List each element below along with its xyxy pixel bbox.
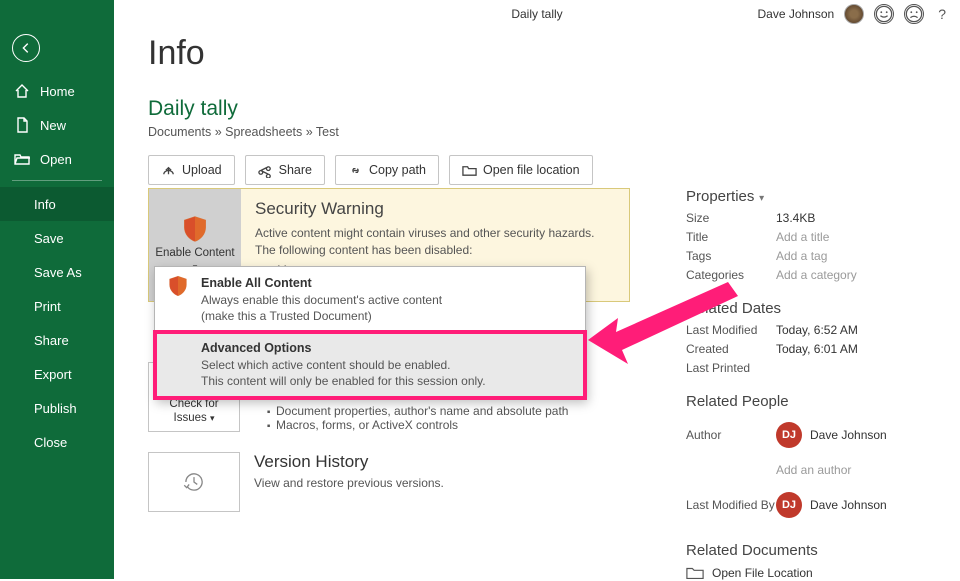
workbook-name: Daily tally [148, 97, 960, 121]
sidebar-label: Share [34, 333, 69, 348]
btn-label: Check forIssues ▾ [169, 398, 218, 426]
inspect-bullet: Document properties, author's name and a… [276, 404, 630, 418]
sidebar-item-publish[interactable]: Publish [0, 391, 114, 425]
backstage-sidebar: Home New Open Info Save Save As Print Sh… [0, 0, 114, 579]
sidebar-item-saveas[interactable]: Save As [0, 255, 114, 289]
lmb-person[interactable]: DJ Dave Johnson [776, 492, 887, 518]
workbook-title: Daily tally [511, 7, 562, 21]
menu-item-text: Advanced Options Select which active con… [201, 340, 486, 389]
home-icon [14, 83, 30, 99]
user-name[interactable]: Dave Johnson [757, 7, 834, 21]
breadcrumb: Documents » Spreadsheets » Test [148, 125, 960, 139]
menu-item-enable-all[interactable]: Enable All Content Always enable this do… [155, 267, 585, 332]
prop-title[interactable]: TitleAdd a title [686, 230, 946, 244]
person-initials-badge: DJ [776, 492, 802, 518]
related-documents-heading: Related Documents [686, 542, 946, 559]
shield-icon [167, 275, 189, 297]
sidebar-item-close[interactable]: Close [0, 425, 114, 459]
left-column: Enable Content ▾ Security Warning Active… [148, 188, 630, 512]
sidebar-item-print[interactable]: Print [0, 289, 114, 323]
frown-feedback-icon[interactable] [904, 4, 924, 24]
chevron-down-icon: ▾ [210, 413, 215, 423]
content-area: Enable Content ▾ Security Warning Active… [148, 188, 946, 579]
help-icon[interactable]: ? [934, 6, 950, 22]
folder-icon [462, 163, 477, 178]
folder-open-icon [14, 151, 30, 167]
sidebar-label: Open [40, 152, 72, 167]
btn-label: Upload [182, 163, 222, 177]
inspect-bullet: Macros, forms, or ActiveX controls [276, 418, 630, 432]
sidebar-item-open[interactable]: Open [0, 142, 114, 176]
security-warning-title: Security Warning [255, 199, 615, 219]
blank-icon [167, 340, 189, 362]
document-icon [14, 117, 30, 133]
page-heading: Info [148, 34, 960, 73]
date-created: CreatedToday, 6:01 AM [686, 342, 946, 356]
sidebar-label: Home [40, 84, 75, 99]
section-title: Version History [254, 452, 630, 472]
shield-icon [181, 215, 209, 243]
person-name: Dave Johnson [810, 428, 887, 442]
related-dates-section: Related Dates Last ModifiedToday, 6:52 A… [686, 300, 946, 375]
history-icon [181, 469, 207, 495]
security-warning-text: Active content might contain viruses and… [255, 225, 615, 259]
sidebar-label: Publish [34, 401, 77, 416]
enable-content-menu: Enable All Content Always enable this do… [154, 266, 586, 399]
sidebar-label: Save [34, 231, 64, 246]
btn-label: Open file location [483, 163, 580, 177]
info-page: Info Daily tally Documents » Spreadsheet… [148, 30, 960, 579]
sidebar-label: Close [34, 435, 67, 450]
sidebar-item-info[interactable]: Info [0, 187, 114, 221]
sidebar-label: Info [34, 197, 56, 212]
related-people-heading: Related People [686, 393, 946, 410]
copy-path-button[interactable]: Copy path [335, 155, 439, 185]
btn-label: Copy path [369, 163, 426, 177]
title-bar-right: Dave Johnson ? [757, 0, 950, 28]
section-desc: View and restore previous versions. [254, 476, 630, 490]
prop-tags[interactable]: TagsAdd a tag [686, 249, 946, 263]
sidebar-label: Save As [34, 265, 82, 280]
sidebar-label: New [40, 118, 66, 133]
open-file-location-button[interactable]: Open file location [449, 155, 593, 185]
upload-icon [161, 163, 176, 178]
link-icon [348, 163, 363, 178]
version-history-section: Version History View and restore previou… [148, 452, 630, 512]
related-dates-heading: Related Dates [686, 300, 946, 317]
sidebar-item-save[interactable]: Save [0, 221, 114, 255]
share-icon [258, 163, 273, 178]
prop-categories[interactable]: CategoriesAdd a category [686, 268, 946, 282]
back-button[interactable] [12, 34, 40, 62]
version-history-button[interactable] [148, 452, 240, 512]
add-author[interactable]: Add an author [686, 459, 946, 481]
sidebar-separator [12, 180, 102, 181]
related-documents-section: Related Documents Open File Location [686, 542, 946, 581]
menu-item-advanced-options[interactable]: Advanced Options Select which active con… [155, 332, 585, 397]
person-initials-badge: DJ [776, 422, 802, 448]
sidebar-label: Export [34, 367, 72, 382]
sidebar-item-home[interactable]: Home [0, 74, 114, 108]
sidebar-item-new[interactable]: New [0, 108, 114, 142]
upload-button[interactable]: Upload [148, 155, 235, 185]
date-last-printed: Last Printed [686, 361, 946, 375]
share-button[interactable]: Share [245, 155, 325, 185]
sidebar-item-export[interactable]: Export [0, 357, 114, 391]
btn-label: Share [279, 163, 312, 177]
properties-heading[interactable]: Properties ▾ [686, 188, 946, 205]
sidebar-item-share[interactable]: Share [0, 323, 114, 357]
author-row: Author DJ Dave Johnson [686, 416, 946, 454]
action-bar: Upload Share Copy path Open file locatio… [148, 155, 960, 185]
related-people-section: Related People Author DJ Dave Johnson Ad… [686, 393, 946, 524]
last-modified-by-row: Last Modified By DJ Dave Johnson [686, 486, 946, 524]
properties-pane: Properties ▾ Size13.4KB TitleAdd a title… [686, 188, 946, 581]
prop-size: Size13.4KB [686, 211, 946, 225]
user-avatar[interactable] [844, 4, 864, 24]
date-last-modified: Last ModifiedToday, 6:52 AM [686, 323, 946, 337]
person-name: Dave Johnson [810, 498, 887, 512]
menu-item-text: Enable All Content Always enable this do… [201, 275, 442, 324]
chevron-down-icon: ▾ [756, 193, 764, 204]
sidebar-label: Print [34, 299, 61, 314]
smile-feedback-icon[interactable] [874, 4, 894, 24]
history-body: Version History View and restore previou… [240, 452, 630, 512]
author-person[interactable]: DJ Dave Johnson [776, 422, 887, 448]
